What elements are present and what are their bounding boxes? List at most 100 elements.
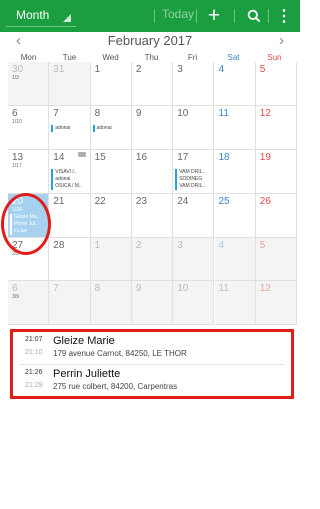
day-number: 10 (177, 108, 189, 119)
weekday-label: Mon (20, 53, 37, 62)
day-cell[interactable]: 8 (90, 281, 132, 325)
month-header: ‹ February 2017 › (0, 32, 300, 52)
view-mode-dropdown[interactable]: Month (6, 3, 76, 28)
day-number: 22 (94, 196, 106, 207)
cell-event[interactable]: Gleize Ma.. (10, 214, 47, 221)
toolbar-divider (268, 9, 269, 23)
day-number: 9 (135, 108, 142, 119)
day-cell[interactable]: 4 (214, 238, 256, 281)
cell-event[interactable]: VAM DRIL.. (175, 183, 212, 190)
cell-event[interactable]: Perrin Jul.. (10, 221, 47, 228)
day-cell[interactable]: 10 (173, 281, 215, 325)
toolbar-divider (234, 9, 235, 23)
more-events-icon (77, 152, 86, 157)
day-number: 8 (94, 108, 101, 119)
day-cell[interactable]: 21 (49, 194, 91, 238)
day-cell[interactable]: 5 (255, 62, 298, 106)
day-cell[interactable]: 17 VAM DRIL.. SODINEG VAM DRIL.. (173, 150, 215, 194)
cell-event[interactable]: adonai (51, 176, 88, 183)
day-number: 5 (259, 64, 266, 75)
day-cell[interactable]: 1 (90, 62, 132, 106)
day-number: 27 (12, 240, 24, 251)
toolbar-divider (196, 9, 197, 23)
weekday-label: Sun (267, 53, 282, 62)
day-cell[interactable]: 26 (255, 194, 298, 238)
event-location: 179 avenue Carnot, 84250, LE THOR (53, 349, 187, 358)
day-cell[interactable]: 20 1/24 Gleize Ma.. Perrin Jul.. e.i.lue (8, 194, 50, 238)
day-cell[interactable]: 30 1/3 (8, 62, 50, 106)
day-cell[interactable]: 8 adonai (90, 106, 132, 150)
day-cell[interactable]: 6 3/9 (8, 281, 50, 325)
day-cell[interactable]: 9 (131, 281, 174, 325)
day-cell[interactable]: 2 (131, 62, 174, 106)
more-vertical-icon[interactable]: ⋮ (274, 0, 294, 32)
day-number: 17 (177, 152, 189, 163)
day-number: 4 (218, 64, 225, 75)
day-cell[interactable]: 2 (131, 238, 174, 281)
day-number: 31 (53, 64, 65, 75)
day-number: 11 (218, 283, 229, 294)
day-cell[interactable]: 28 (49, 238, 91, 281)
day-number: 15 (94, 152, 106, 163)
day-cell[interactable]: 18 (214, 150, 256, 194)
day-cell[interactable]: 19 (255, 150, 298, 194)
day-cell[interactable]: 3 (173, 238, 215, 281)
month-grid: 30 1/3 31 1 2 3 4 5 6 1/10 7 adonai 8 adonai 9 10 11 12 13… (8, 62, 298, 325)
day-number: 11 (218, 108, 229, 119)
day-cell[interactable]: 12 (255, 281, 298, 325)
next-month-icon[interactable]: › (279, 32, 284, 49)
day-number: 20 (12, 196, 24, 207)
day-cell[interactable]: 9 (131, 106, 174, 150)
day-cell[interactable]: 10 (173, 106, 215, 150)
cell-event[interactable]: e.i.lue (10, 228, 47, 235)
week-number: 1/17 (12, 163, 22, 169)
cell-event[interactable]: adonai (51, 125, 88, 132)
day-cell[interactable]: 16 (131, 150, 174, 194)
event-location: 275 rue colbert, 84200, Carpentras (53, 382, 178, 391)
cell-event[interactable]: OSICA / M.. (51, 183, 88, 190)
day-cell[interactable]: 23 (131, 194, 174, 238)
day-number: 10 (177, 283, 189, 294)
day-cell[interactable]: 7 (49, 281, 91, 325)
day-cell[interactable]: 27 2/2 (8, 238, 50, 281)
day-number: 18 (218, 152, 230, 163)
event-end-time: 21:29 (25, 382, 43, 389)
cell-event[interactable]: adonai (92, 125, 130, 132)
day-cell[interactable]: 24 (173, 194, 215, 238)
event-list-item[interactable]: 21:07 21:10 Gleize Marie 179 avenue Carn… (13, 332, 291, 365)
day-number: 21 (53, 196, 65, 207)
day-cell[interactable]: 12 (255, 106, 298, 150)
day-cell[interactable]: 4 (214, 62, 256, 106)
day-cell[interactable]: 6 1/10 (8, 106, 50, 150)
today-button[interactable]: Today (162, 7, 194, 21)
day-cell[interactable]: 11 (214, 281, 256, 325)
day-cell[interactable]: 14 VISAVI /.. adonai OSICA / M.. (49, 150, 91, 194)
day-number: 28 (53, 240, 65, 251)
day-cell[interactable]: 25 (214, 194, 256, 238)
event-list-item[interactable]: 21:26 21:29 Perrin Juliette 275 rue colb… (13, 365, 291, 397)
day-number: 7 (53, 108, 59, 119)
cell-event[interactable]: SODINEG (175, 176, 212, 183)
cell-event[interactable]: VISAVI /.. (51, 169, 88, 176)
cell-event[interactable]: VAM DRIL.. (175, 169, 212, 176)
day-number: 14 (53, 152, 65, 163)
week-number: 2/2 (12, 251, 19, 257)
dropdown-corner-icon (63, 14, 71, 22)
toolbar-divider (154, 9, 155, 23)
day-cell[interactable]: 1 (90, 238, 132, 281)
plus-icon[interactable]: + (202, 0, 226, 32)
day-cell[interactable]: 15 (90, 150, 132, 194)
day-cell[interactable]: 22 (90, 194, 132, 238)
view-mode-label: Month (16, 8, 50, 22)
week-number: 1/3 (12, 75, 19, 81)
day-cell[interactable]: 31 (49, 62, 91, 106)
day-cell[interactable]: 11 (214, 106, 256, 150)
day-cell[interactable]: 13 1/17 (8, 150, 50, 194)
day-cell[interactable]: 7 adonai (49, 106, 91, 150)
day-number: 25 (218, 196, 230, 207)
dropdown-underline (6, 26, 76, 27)
day-number: 26 (259, 196, 271, 207)
day-cell[interactable]: 3 (173, 62, 215, 106)
day-cell[interactable]: 5 (255, 238, 298, 281)
search-icon[interactable] (242, 0, 266, 32)
